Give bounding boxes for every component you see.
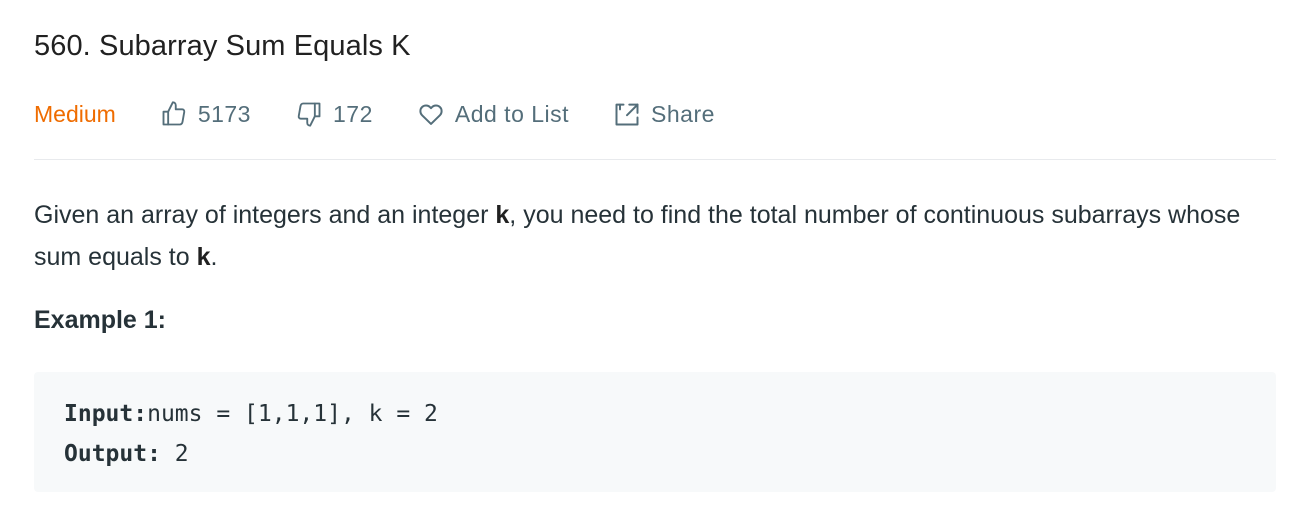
problem-meta-bar: Medium 5173 172 Add to List Share	[34, 94, 759, 134]
description-text-1: Given an array of integers and an intege…	[34, 201, 496, 229]
like-button[interactable]: 5173	[160, 100, 251, 128]
problem-description: Given an array of integers and an intege…	[34, 194, 1264, 278]
dislike-count: 172	[332, 100, 373, 127]
problem-page: 560. Subarray Sum Equals K Medium 5173 1…	[0, 0, 1300, 512]
header-divider	[34, 159, 1276, 160]
difficulty-badge: Medium	[34, 100, 116, 127]
example-code-block: Input:nums = [1,1,1], k = 2 Output: 2	[34, 372, 1276, 492]
share-button[interactable]: Share	[613, 100, 715, 128]
output-label: Output:	[64, 441, 161, 467]
example-heading: Example 1:	[34, 306, 167, 334]
example-output-line: Output: 2	[64, 434, 1246, 474]
dislike-button[interactable]: 172	[295, 100, 373, 128]
description-k-1: k	[495, 201, 510, 229]
example-input-line: Input:nums = [1,1,1], k = 2	[64, 394, 1246, 434]
heart-icon	[419, 104, 443, 125]
share-label: Share	[651, 100, 715, 127]
thumbs-down-icon	[297, 102, 321, 127]
add-to-list-label: Add to List	[454, 100, 570, 127]
problem-title: 560. Subarray Sum Equals K	[34, 30, 411, 62]
share-icon	[615, 103, 639, 126]
add-to-list-button[interactable]: Add to List	[417, 100, 569, 128]
input-label: Input:	[64, 401, 148, 427]
like-count: 5173	[197, 100, 251, 127]
description-text-3: .	[210, 243, 218, 271]
description-k-2: k	[196, 243, 211, 271]
thumbs-up-icon	[162, 101, 186, 126]
output-value: 2	[160, 441, 189, 467]
input-value: nums = [1,1,1], k = 2	[147, 401, 438, 427]
